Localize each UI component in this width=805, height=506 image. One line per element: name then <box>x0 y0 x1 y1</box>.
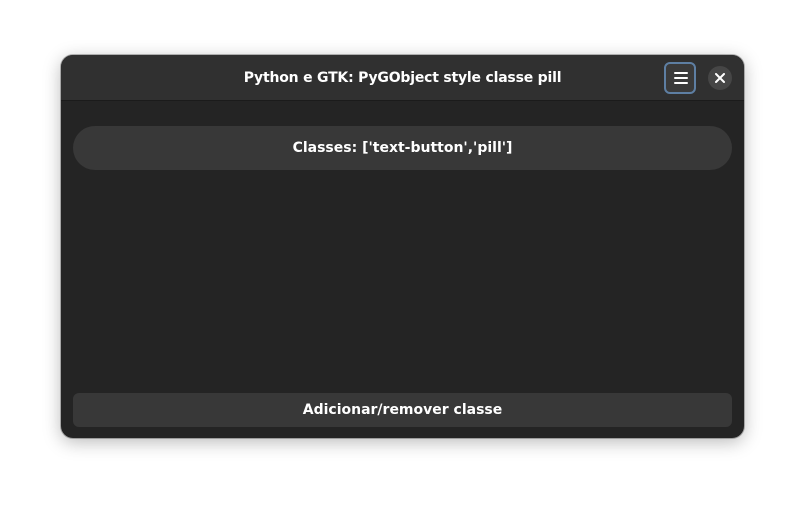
close-icon <box>715 73 725 83</box>
headerbar: Python e GTK: PyGObject style classe pil… <box>61 55 744 101</box>
app-window: Python e GTK: PyGObject style classe pil… <box>61 55 744 438</box>
hamburger-menu-icon <box>674 72 688 84</box>
pill-style-button[interactable]: Classes: ['text-button','pill'] <box>73 126 732 170</box>
window-title: Python e GTK: PyGObject style classe pil… <box>243 70 562 86</box>
close-button[interactable] <box>708 66 732 90</box>
main-menu-button[interactable] <box>664 62 696 94</box>
toggle-class-button[interactable]: Adicionar/remover classe <box>73 393 732 427</box>
